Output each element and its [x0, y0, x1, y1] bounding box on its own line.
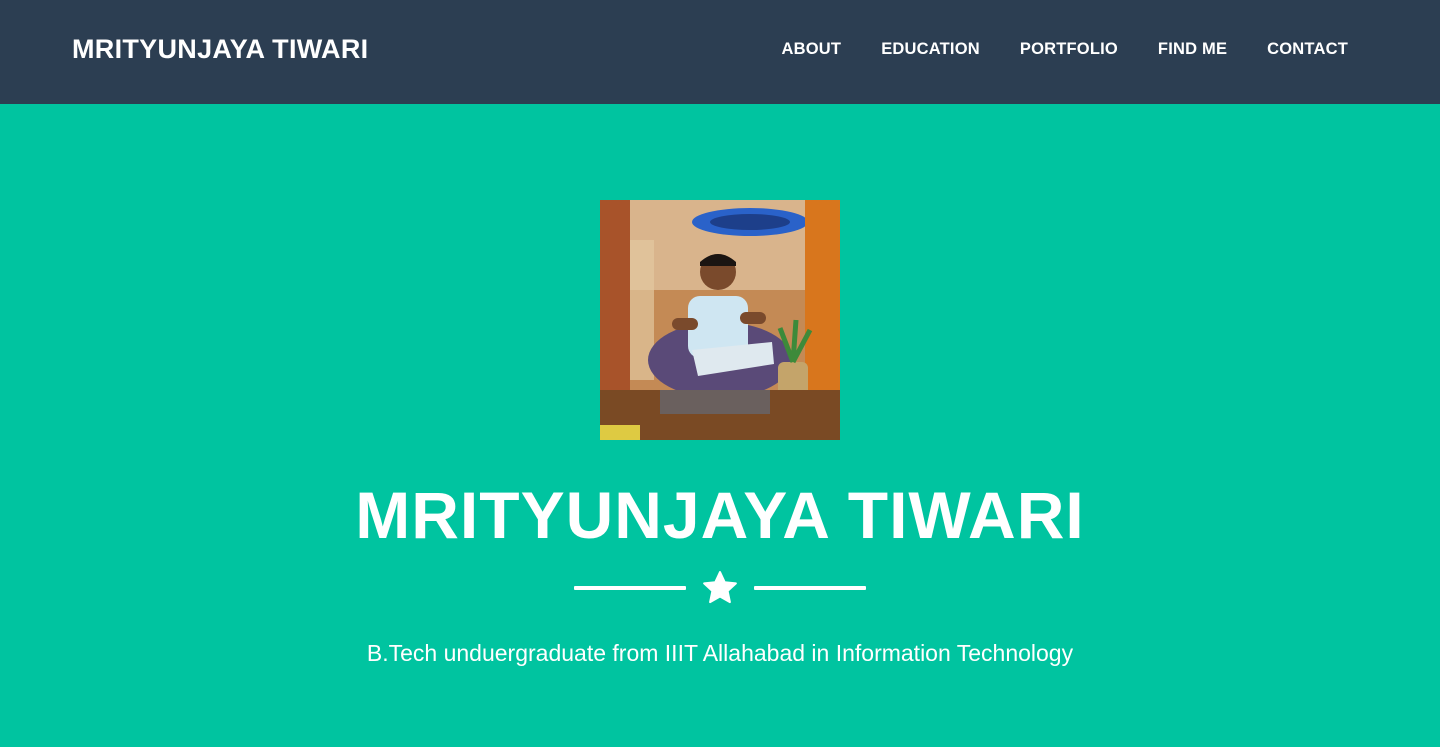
top-navbar: MRITYUNJAYA TIWARI ABOUT EDUCATION PORTF…: [0, 0, 1440, 104]
star-icon: [703, 571, 737, 604]
divider-line-left: [574, 586, 686, 590]
divider-line-right: [754, 586, 866, 590]
nav-link-about[interactable]: ABOUT: [782, 40, 842, 58]
nav-item-about: ABOUT: [782, 40, 842, 59]
hero-section: MRITYUNJAYA TIWARI B.Tech unduergraduate…: [0, 104, 1440, 747]
nav-menu: ABOUT EDUCATION PORTFOLIO FIND ME CONTAC…: [782, 40, 1348, 59]
nav-item-portfolio: PORTFOLIO: [1020, 40, 1118, 59]
nav-item-education: EDUCATION: [881, 40, 980, 59]
nav-link-portfolio[interactable]: PORTFOLIO: [1020, 40, 1118, 58]
nav-link-education[interactable]: EDUCATION: [881, 40, 980, 58]
star-divider: [574, 570, 866, 606]
nav-item-find-me: FIND ME: [1158, 40, 1227, 59]
nav-item-contact: CONTACT: [1267, 40, 1348, 59]
nav-link-contact[interactable]: CONTACT: [1267, 40, 1348, 58]
profile-photo: [600, 200, 840, 440]
brand-link[interactable]: MRITYUNJAYA TIWARI: [72, 34, 368, 65]
hero-title: MRITYUNJAYA TIWARI: [355, 478, 1085, 552]
hero-subtitle: B.Tech unduergraduate from IIIT Allahaba…: [366, 640, 1074, 666]
nav-link-find-me[interactable]: FIND ME: [1158, 40, 1227, 58]
